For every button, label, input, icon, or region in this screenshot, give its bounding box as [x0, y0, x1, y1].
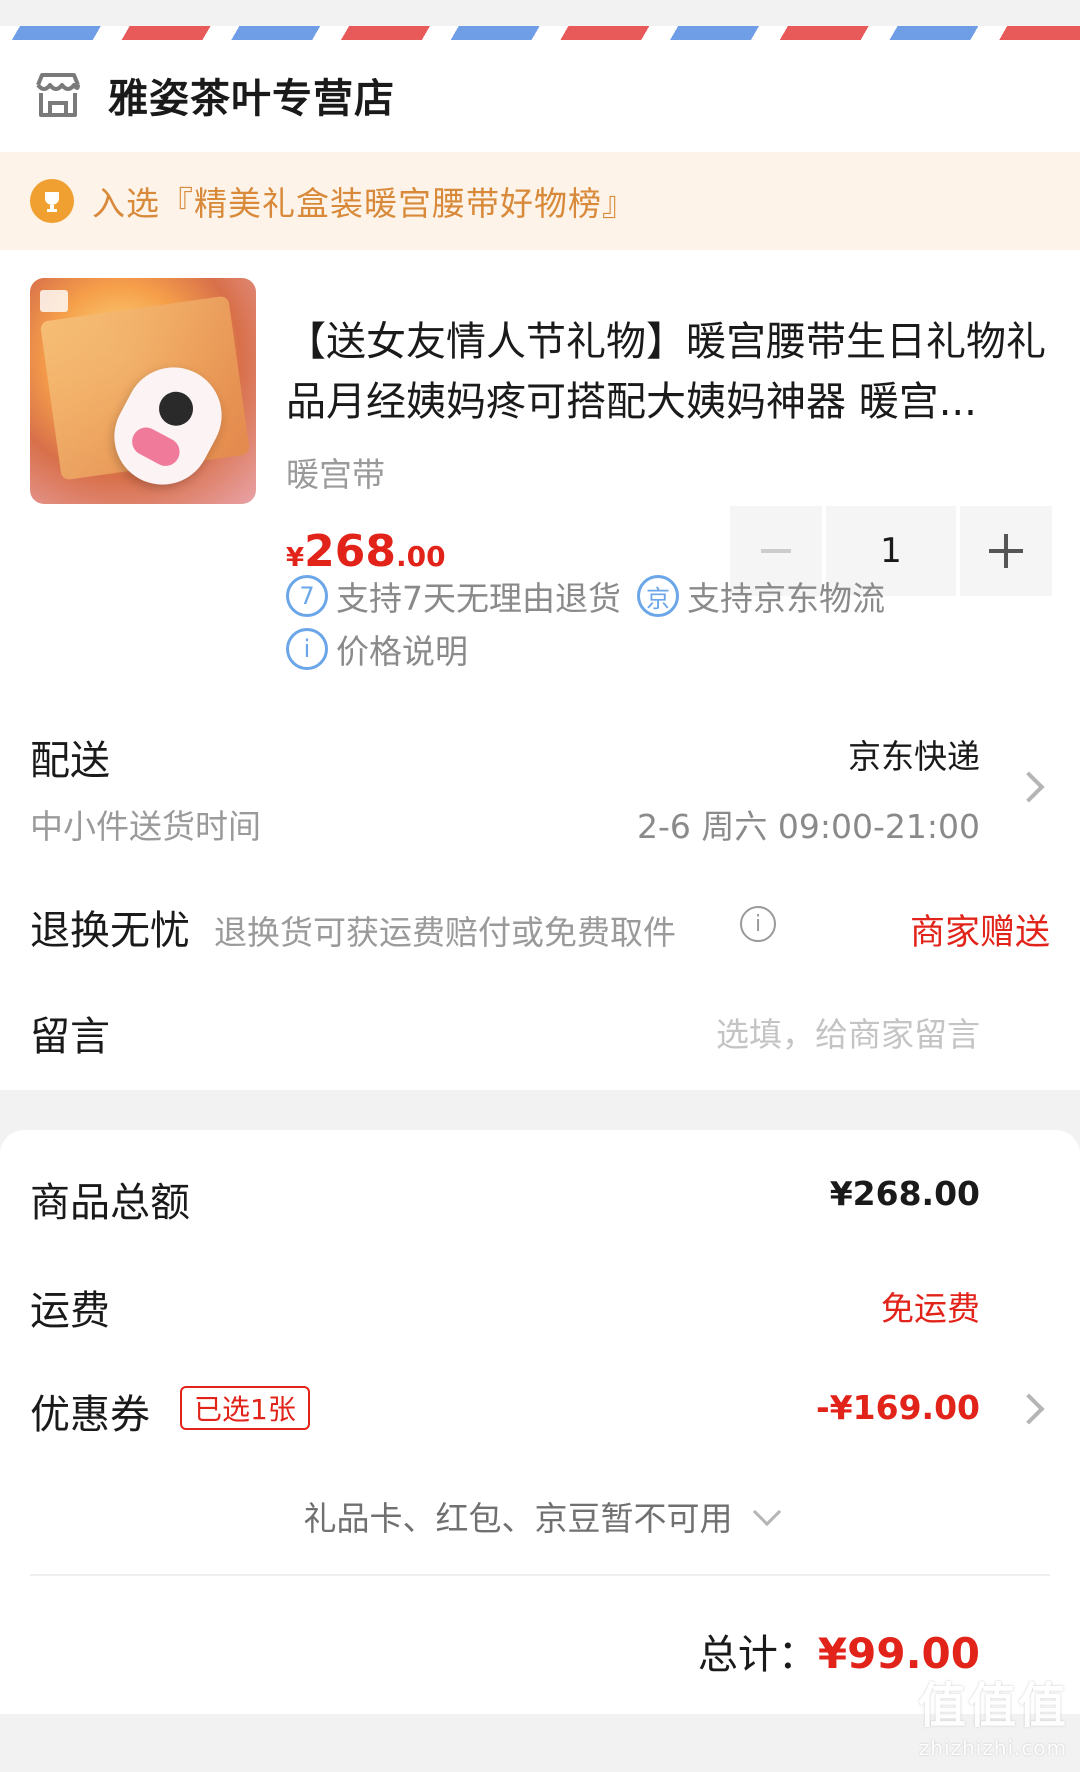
- shop-header[interactable]: 雅姿茶叶专营店: [30, 60, 395, 130]
- product-price: ¥268.00: [286, 526, 446, 577]
- unavailable-text: 礼品卡、红包、京豆暂不可用: [303, 1499, 733, 1538]
- coupon-label: 优惠券: [30, 1392, 150, 1438]
- returns-desc: 退换货可获运费赔付或免费取件: [214, 913, 676, 952]
- ranking-text: 入选『精美礼盒装暖宫腰带好物榜』: [92, 184, 636, 223]
- ranking-banner[interactable]: 入选『精美礼盒装暖宫腰带好物榜』: [0, 152, 1080, 250]
- coupon-value: -¥169.00: [815, 1388, 980, 1427]
- chevron-right-icon: [1013, 1393, 1045, 1425]
- shop-name: 雅姿茶叶专营店: [108, 76, 395, 122]
- delivery-carrier: 京东快递: [848, 737, 980, 776]
- coupon-badge: 已选1张: [180, 1386, 310, 1430]
- delivery-label: 配送: [30, 738, 110, 784]
- product-thumbnail[interactable]: [30, 278, 256, 504]
- info-icon[interactable]: i: [740, 906, 776, 942]
- unavailable-toggle[interactable]: 礼品卡、红包、京豆暂不可用: [0, 1492, 1080, 1540]
- product-title[interactable]: 【送女友情人节礼物】暖宫腰带生日礼物礼品月经姨妈疼可搭配大姨妈神器 暖宫...: [286, 312, 1046, 432]
- shipping-label: 运费: [30, 1288, 110, 1334]
- envelope-stripe: [0, 26, 1080, 40]
- message-label: 留言: [30, 1014, 110, 1060]
- goods-total-label: 商品总额: [30, 1180, 190, 1226]
- returns-value: 商家赠送: [909, 913, 1050, 953]
- site-watermark: 值值值 zhizhizhi.com: [917, 1678, 1068, 1760]
- summary-card: 商品总额 ¥268.00 运费 免运费 优惠券 已选1张 -¥169.00 礼品…: [0, 1130, 1080, 1714]
- minus-icon: [761, 549, 791, 553]
- chevron-right-icon: [1013, 771, 1045, 803]
- plus-icon: [989, 534, 1023, 568]
- message-input[interactable]: 选填，给商家留言: [716, 1008, 980, 1056]
- store-icon: [36, 73, 80, 117]
- service-price-note[interactable]: i 价格说明: [286, 625, 468, 673]
- trophy-icon: [30, 179, 74, 223]
- service-return[interactable]: 7 支持7天无理由退货 京 支持京东物流: [286, 572, 885, 620]
- seven-day-icon: 7: [286, 575, 328, 617]
- increase-button[interactable]: [960, 506, 1052, 596]
- total-label: 总计：: [697, 1632, 818, 1678]
- delivery-sub-label: 中小件送货时间: [30, 807, 261, 846]
- delivery-time: 2-6 周六 09:00-21:00: [637, 807, 980, 846]
- info-icon: i: [286, 628, 328, 670]
- goods-total-value: ¥268.00: [829, 1174, 980, 1213]
- chevron-down-icon: [752, 1497, 781, 1527]
- product-variant: 暖宫带: [286, 455, 385, 494]
- divider: [30, 1574, 1050, 1576]
- jd-logistics-icon: 京: [637, 575, 679, 617]
- returns-label: 退换无忧: [30, 908, 190, 954]
- shipping-value: 免运费: [881, 1289, 980, 1328]
- order-card: 雅姿茶叶专营店 入选『精美礼盒装暖宫腰带好物榜』 【送女友情人节礼物】暖宫腰带生…: [0, 40, 1080, 1090]
